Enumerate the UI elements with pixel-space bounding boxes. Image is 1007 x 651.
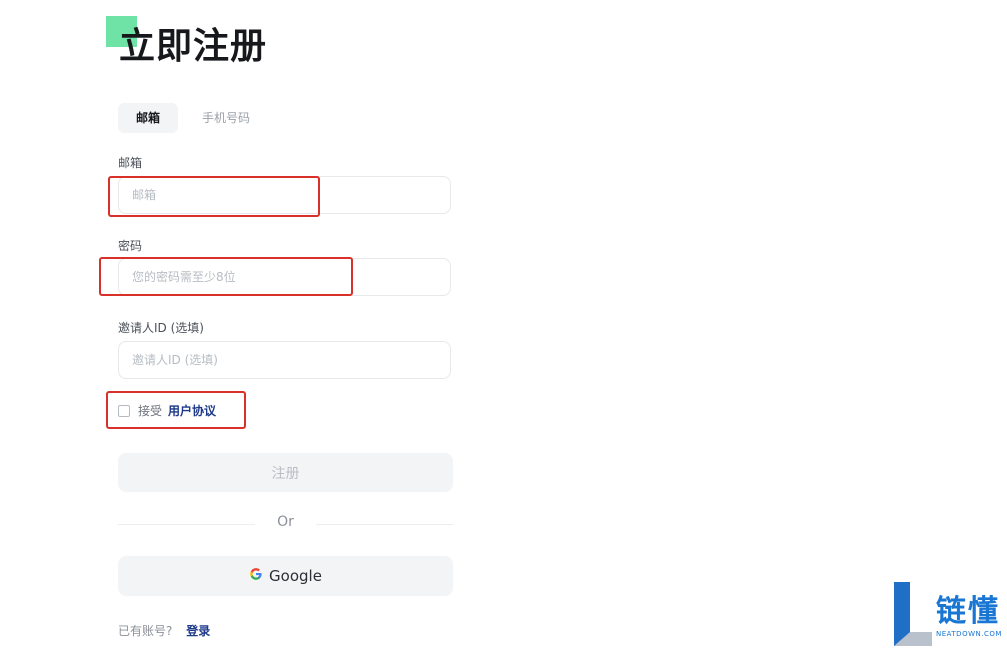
google-g-icon [249,567,263,585]
have-account-text: 已有账号? [118,624,173,638]
google-signin-button[interactable]: Google [118,556,453,596]
agreement-row: 接受 用户协议 [118,402,216,419]
password-field[interactable] [118,258,451,296]
watermark-sub-text: NEATDOWN.COM [936,630,1002,638]
invite-field[interactable] [118,341,451,379]
neatdown-logo-icon [894,582,932,646]
email-field[interactable] [118,176,451,214]
divider-text: Or [277,514,294,530]
login-prompt: 已有账号? 登录 [118,622,210,639]
register-button[interactable]: 注册 [118,453,453,492]
auth-tabs: 邮箱 手机号码 [118,103,268,133]
tab-phone[interactable]: 手机号码 [184,103,268,133]
agree-checkbox[interactable] [118,404,130,417]
watermark-logo-text: 链懂 [936,594,1000,629]
divider-line-right [316,524,453,525]
watermark: 链懂 NEATDOWN.COM [890,580,1007,648]
email-label: 邮箱 [118,156,143,170]
password-label: 密码 [118,239,143,253]
google-button-label: Google [269,567,322,585]
invite-label: 邀请人ID (选填) [118,321,204,335]
or-divider: Or [118,513,453,535]
user-agreement-link[interactable]: 用户协议 [168,402,216,419]
login-link[interactable]: 登录 [186,624,210,638]
tab-email[interactable]: 邮箱 [118,103,179,133]
page-title: 立即注册 [119,26,268,67]
agree-text: 接受 [138,404,163,418]
